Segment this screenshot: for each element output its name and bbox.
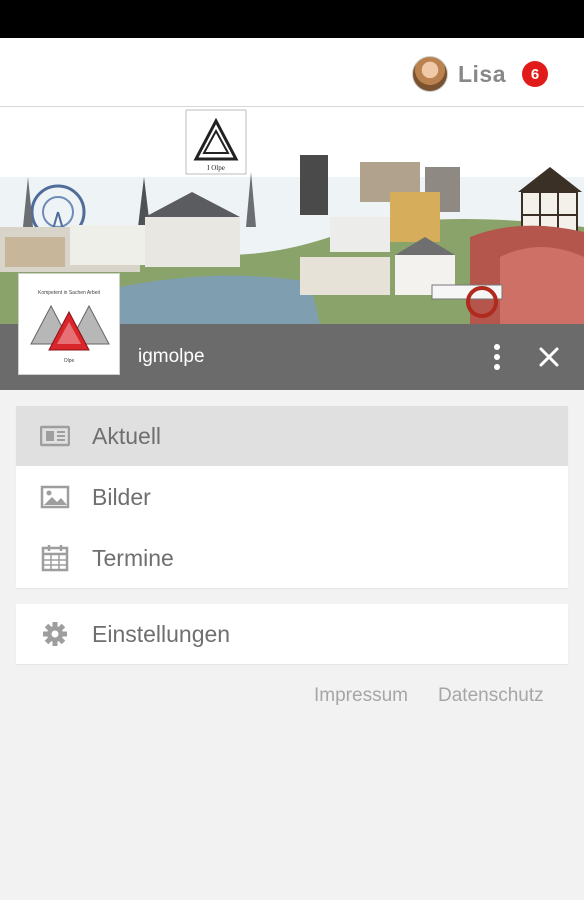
- user-name[interactable]: Lisa: [458, 61, 506, 88]
- more-vert-icon: [494, 344, 500, 370]
- menu-item-aktuell[interactable]: Aktuell: [16, 406, 568, 466]
- profile-logo-text-top: Kompetent in Sachen Arbeit: [38, 290, 101, 296]
- menu-item-label: Einstellungen: [92, 621, 231, 647]
- datenschutz-link[interactable]: Datenschutz: [438, 685, 544, 707]
- profile-logo-text-bottom: Olpe: [64, 358, 75, 364]
- settings-card: Einstellungen: [16, 604, 568, 664]
- menu-item-bilder[interactable]: Bilder: [16, 467, 568, 527]
- menu-item-label: Aktuell: [92, 423, 162, 449]
- avatar[interactable]: [411, 56, 448, 92]
- user-account[interactable]: Lisa 6: [411, 54, 548, 94]
- menu-item-label: Termine: [92, 545, 174, 571]
- status-bar: [0, 0, 584, 38]
- navigation-card: Aktuell Bilder Termine: [16, 406, 568, 588]
- image-icon: [40, 485, 70, 509]
- impressum-link[interactable]: Impressum: [314, 685, 408, 707]
- close-button[interactable]: [534, 342, 564, 372]
- newspaper-icon: [40, 425, 70, 447]
- menu-item-termine[interactable]: Termine: [16, 528, 568, 588]
- banner-logo-caption: I Olpe: [207, 164, 225, 172]
- calendar-icon: [41, 545, 69, 572]
- top-bar: Lisa 6: [0, 38, 584, 107]
- close-icon: [539, 347, 559, 367]
- menu-item-einstellungen[interactable]: Einstellungen: [16, 604, 568, 664]
- menu-item-label: Bilder: [92, 484, 151, 510]
- notification-badge[interactable]: 6: [522, 61, 548, 87]
- profile-name: igmolpe: [138, 346, 205, 367]
- more-options-button[interactable]: [486, 340, 508, 374]
- gear-icon: [43, 622, 67, 646]
- profile-logo: Kompetent in Sachen Arbeit Olpe: [18, 273, 120, 375]
